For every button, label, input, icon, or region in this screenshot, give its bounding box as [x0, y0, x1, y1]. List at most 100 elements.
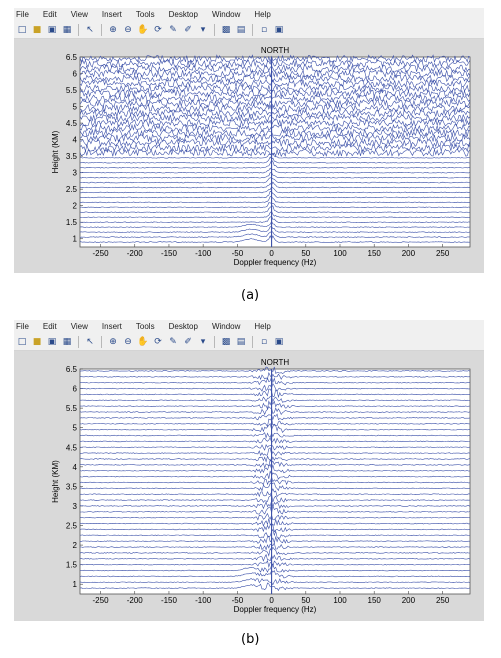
colorbar-icon[interactable]: ▩ [220, 24, 232, 36]
menu-bar-b: File Edit View Insert Tools Desktop Wind… [14, 320, 484, 334]
menu-insert[interactable]: Insert [102, 320, 122, 334]
figure-area-b: NORTH -250 -200 -150 -100 -50 0 50 100 150 200 250 1… [14, 351, 484, 621]
toolbar-separator [78, 24, 79, 36]
menu-tools[interactable]: Tools [136, 320, 155, 334]
x-tick-label: -150 [161, 249, 178, 258]
rotate-icon[interactable]: ⟳ [152, 24, 164, 36]
toolbar-separator [252, 24, 253, 36]
caption-b: (b) [241, 632, 260, 647]
toolbar-separator [214, 336, 215, 348]
y-tick-label: 5.5 [66, 404, 78, 413]
open-folder-icon[interactable]: ■ [31, 24, 43, 36]
y-axis-label: Height (KM) [51, 130, 60, 173]
zoom-in-icon[interactable]: ⊕ [107, 24, 119, 36]
hide-plot-tools-icon[interactable]: ▫ [258, 24, 270, 36]
menu-help[interactable]: Help [254, 320, 270, 334]
brush-icon[interactable]: ✐ [182, 24, 194, 36]
zoom-out-icon[interactable]: ⊖ [122, 24, 134, 36]
menu-help[interactable]: Help [254, 8, 270, 22]
x-tick-label: 50 [301, 596, 310, 605]
toolbar-separator [101, 336, 102, 348]
print-icon[interactable]: ▦ [61, 336, 73, 348]
print-icon[interactable]: ▦ [61, 24, 73, 36]
x-tick-label: 150 [368, 596, 382, 605]
menu-edit[interactable]: Edit [43, 320, 57, 334]
menu-window[interactable]: Window [212, 8, 240, 22]
x-tick-label: 250 [436, 596, 450, 605]
toolbar-a: □ ■ ▣ ▦ ↖ ⊕ ⊖ ✋ ⟳ ✎ ✐ ▾ ▩ ▤ ▫ ▣ [14, 22, 484, 39]
menu-file[interactable]: File [16, 320, 29, 334]
legend-icon[interactable]: ▤ [235, 336, 247, 348]
menu-file[interactable]: File [16, 8, 29, 22]
x-tick-label: 50 [301, 249, 310, 258]
menu-insert[interactable]: Insert [102, 8, 122, 22]
zoom-out-icon[interactable]: ⊖ [122, 336, 134, 348]
data-cursor-icon[interactable]: ✎ [167, 24, 179, 36]
x-tick-label: 100 [333, 249, 347, 258]
y-tick-label: 3.5 [66, 152, 78, 161]
toolbar-b: □ ■ ▣ ▦ ↖ ⊕ ⊖ ✋ ⟳ ✎ ✐ ▾ ▩ ▤ ▫ ▣ [14, 334, 484, 351]
menu-desktop[interactable]: Desktop [169, 320, 198, 334]
pointer-icon[interactable]: ↖ [84, 336, 96, 348]
x-tick-label: -250 [93, 596, 110, 605]
y-tick-label: 3 [73, 502, 78, 511]
show-plot-tools-icon[interactable]: ▣ [273, 24, 285, 36]
menu-desktop[interactable]: Desktop [169, 8, 198, 22]
menu-view[interactable]: View [71, 320, 88, 334]
open-folder-icon[interactable]: ■ [31, 336, 43, 348]
y-tick-label: 5.5 [66, 86, 78, 95]
plot-area [79, 368, 471, 595]
chart-a: NORTH -250 -200 -150 -100 -50 0 50 100 150 200 250 1… [51, 46, 471, 267]
save-icon[interactable]: ▣ [46, 336, 58, 348]
y-tick-label: 4 [73, 463, 78, 472]
link-icon[interactable]: ▾ [197, 24, 209, 36]
save-icon[interactable]: ▣ [46, 24, 58, 36]
y-tick-label: 6.5 [66, 365, 78, 374]
x-tick-label: -150 [161, 596, 178, 605]
x-axis-label: Doppler frequency (Hz) [234, 605, 317, 614]
figure-area-a: NORTH -250 -200 -150 -100 -50 0 50 100 150 200 250 1… [14, 39, 484, 273]
rotate-icon[interactable]: ⟳ [152, 336, 164, 348]
y-tick-label: 3.5 [66, 482, 78, 491]
link-icon[interactable]: ▾ [197, 336, 209, 348]
chart-title: NORTH [261, 46, 290, 55]
new-file-icon[interactable]: □ [16, 336, 28, 348]
y-tick-label: 2.5 [66, 185, 78, 194]
zoom-in-icon[interactable]: ⊕ [107, 336, 119, 348]
menu-window[interactable]: Window [212, 320, 240, 334]
y-tick-label: 3 [73, 169, 78, 178]
y-tick-label: 2 [73, 202, 78, 211]
pointer-icon[interactable]: ↖ [84, 24, 96, 36]
brush-icon[interactable]: ✐ [182, 336, 194, 348]
y-axis-label: Height (KM) [51, 460, 60, 503]
show-plot-tools-icon[interactable]: ▣ [273, 336, 285, 348]
hide-plot-tools-icon[interactable]: ▫ [258, 336, 270, 348]
y-tick-label: 5 [73, 103, 78, 112]
legend-icon[interactable]: ▤ [235, 24, 247, 36]
new-file-icon[interactable]: □ [16, 24, 28, 36]
y-tick-label: 2.5 [66, 522, 78, 531]
menu-tools[interactable]: Tools [136, 8, 155, 22]
colorbar-icon[interactable]: ▩ [220, 336, 232, 348]
y-tick-label: 2 [73, 541, 78, 550]
y-tick-label: 4.5 [66, 443, 78, 452]
chart-title: NORTH [261, 358, 290, 367]
x-tick-label: 100 [333, 596, 347, 605]
toolbar-separator [214, 24, 215, 36]
data-cursor-icon[interactable]: ✎ [167, 336, 179, 348]
x-tick-label: -200 [127, 249, 144, 258]
x-tick-label: -50 [232, 596, 244, 605]
menu-view[interactable]: View [71, 8, 88, 22]
pan-icon[interactable]: ✋ [137, 24, 149, 36]
pan-icon[interactable]: ✋ [137, 336, 149, 348]
menu-edit[interactable]: Edit [43, 8, 57, 22]
y-tick-label: 5 [73, 424, 78, 433]
y-tick-label: 1 [73, 235, 78, 244]
toolbar-separator [78, 336, 79, 348]
x-tick-label: 200 [402, 596, 416, 605]
x-tick-label: -100 [195, 596, 212, 605]
x-tick-label: -100 [195, 249, 212, 258]
y-tick-label: 1.5 [66, 218, 78, 227]
y-tick-label: 6 [73, 385, 78, 394]
x-tick-label: -50 [232, 249, 244, 258]
